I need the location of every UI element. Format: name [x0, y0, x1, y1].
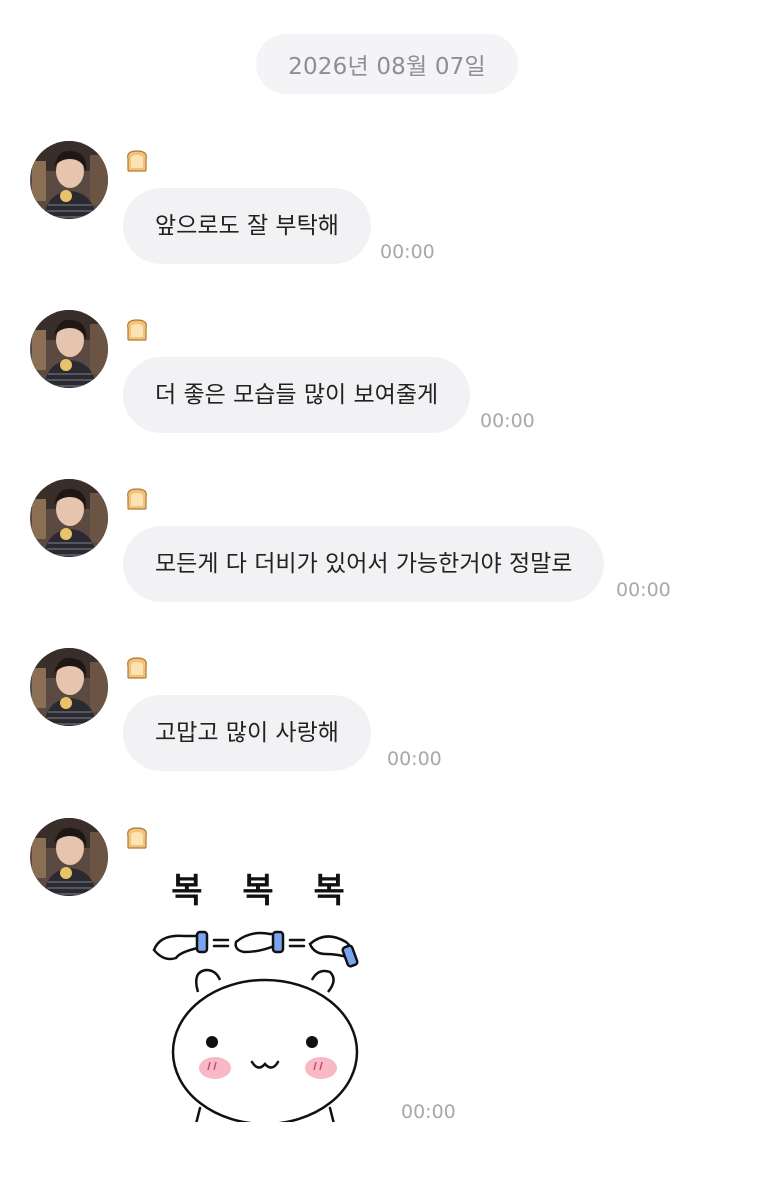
sender-avatar[interactable]: [30, 648, 108, 726]
avatar-photo-icon: [30, 479, 108, 557]
bread-icon: [127, 827, 147, 849]
bread-icon: [127, 488, 147, 510]
message-time: 00:00: [387, 748, 442, 770]
sticker-time: 00:00: [401, 1101, 456, 1123]
bread-icon: [127, 150, 147, 172]
message-bubble[interactable]: 모든게 다 더비가 있어서 가능한거야 정말로: [123, 526, 605, 602]
sender-avatar[interactable]: [30, 479, 108, 557]
avatar-photo-icon: [30, 141, 108, 219]
message-bubble[interactable]: 더 좋은 모습들 많이 보여줄게: [123, 357, 471, 433]
message-time: 00:00: [616, 579, 671, 601]
message-bubble[interactable]: 고맙고 많이 사랑해: [123, 695, 371, 771]
date-divider: 2026년 08월 07일: [256, 34, 518, 94]
message-time: 00:00: [480, 410, 535, 432]
avatar-photo-icon: [30, 648, 108, 726]
sender-avatar[interactable]: [30, 141, 108, 219]
hands-icon: [152, 930, 359, 968]
message-bubble[interactable]: 앞으로도 잘 부탁해: [123, 188, 371, 264]
avatar-photo-icon: [30, 310, 108, 388]
bread-icon: [127, 319, 147, 341]
message-row: 모든게 다 더비가 있어서 가능한거야 정말로 00:00: [0, 479, 773, 629]
patting-bear-sticker[interactable]: 복 복 복: [140, 862, 390, 1122]
message-time: 00:00: [380, 241, 435, 263]
bear-icon: [171, 968, 359, 1122]
message-row: 고맙고 많이 사랑해 00:00: [0, 648, 773, 798]
message-row: 앞으로도 잘 부탁해 00:00: [0, 141, 773, 291]
sticker-caption: 복 복 복: [171, 871, 359, 911]
avatar-photo-icon: [30, 818, 108, 896]
message-row: 더 좋은 모습들 많이 보여줄게 00:00: [0, 310, 773, 460]
sender-avatar[interactable]: [30, 310, 108, 388]
sender-avatar[interactable]: [30, 818, 108, 896]
bread-icon: [127, 657, 147, 679]
